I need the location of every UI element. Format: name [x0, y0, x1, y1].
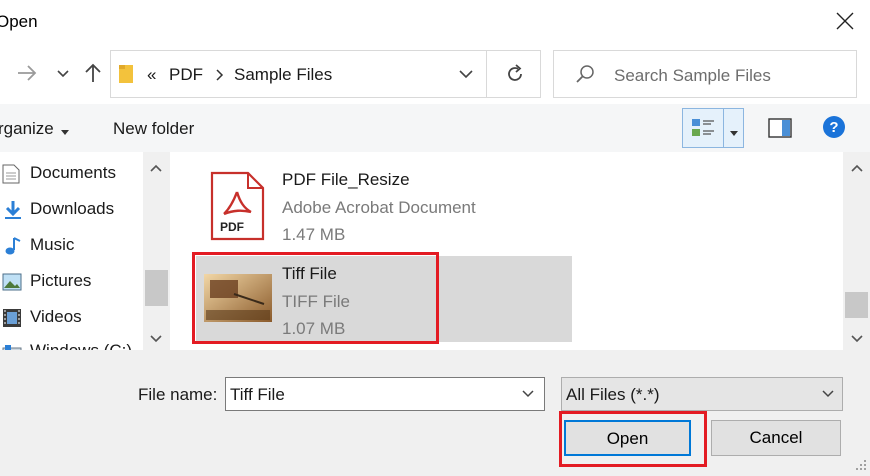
help-icon[interactable]: ? — [822, 115, 846, 144]
file-name-value: Tiff File — [230, 385, 285, 404]
organize-caret-icon[interactable] — [60, 124, 70, 142]
documents-icon — [2, 164, 20, 189]
music-icon — [4, 236, 22, 261]
preview-pane-icon[interactable] — [768, 117, 792, 144]
navigation-pane: Documents Downloads Music Pictures Video… — [0, 152, 170, 350]
search-placeholder: Search Sample Files — [614, 66, 771, 85]
search-icon — [574, 64, 596, 91]
sidebar-item-label: Documents — [30, 163, 116, 182]
file-name: PDF File_Resize — [282, 170, 410, 189]
pdf-badge: PDF — [220, 220, 244, 234]
filter-dropdown-icon[interactable] — [820, 386, 836, 407]
address-divider — [486, 51, 487, 97]
file-name-label: File name: — [138, 385, 218, 404]
file-name-input[interactable]: Tiff File — [225, 377, 545, 411]
forward-arrow-icon[interactable] — [16, 62, 38, 84]
sidebar-item-videos[interactable]: Videos — [0, 300, 140, 332]
file-item-pdf[interactable]: PDF PDF File_Resize Adobe Acrobat Docume… — [196, 164, 572, 248]
svg-text:?: ? — [829, 119, 838, 136]
search-box[interactable]: Search Sample Files — [553, 50, 857, 98]
scroll-up-arrow-icon[interactable] — [149, 160, 163, 178]
scroll-down-arrow-icon[interactable] — [149, 331, 163, 349]
command-toolbar: rganize New folder ? — [0, 104, 870, 152]
organize-menu[interactable]: rganize — [0, 119, 54, 139]
address-overflow[interactable]: « — [147, 65, 156, 85]
recent-locations-chevron-icon[interactable] — [52, 62, 74, 84]
file-name-dropdown-icon[interactable] — [520, 386, 536, 407]
dialog-title: Open — [0, 12, 38, 31]
sidebar-item-pictures[interactable]: Pictures — [0, 264, 140, 296]
details-view-icon — [691, 117, 715, 144]
pdf-icon: PDF — [208, 170, 266, 247]
file-list-scrollbar[interactable] — [843, 152, 870, 350]
close-icon[interactable] — [834, 10, 856, 32]
highlight-box-open — [559, 411, 707, 467]
cancel-button[interactable]: Cancel — [711, 420, 841, 456]
view-options-caret-icon[interactable] — [729, 125, 739, 143]
folder-icon — [119, 63, 133, 90]
address-bar[interactable]: « PDF Sample Files — [110, 50, 541, 98]
file-type: Adobe Acrobat Document — [282, 198, 476, 217]
sidebar-item-documents[interactable]: Documents — [0, 156, 140, 188]
dialog-footer: File name: Tiff File All Files (*.*) Ope… — [0, 350, 870, 476]
file-size: 1.47 MB — [282, 225, 346, 244]
highlight-box-tiff — [192, 252, 439, 344]
sidebar-item-label: Pictures — [30, 271, 92, 290]
breadcrumb-pdf[interactable]: PDF — [169, 65, 203, 85]
refresh-icon[interactable] — [504, 63, 526, 90]
sidebar-item-music[interactable]: Music — [0, 228, 140, 260]
downloads-icon — [4, 200, 22, 225]
file-type-filter-select[interactable]: All Files (*.*) — [561, 377, 843, 411]
pictures-icon — [2, 273, 22, 296]
sidebar-item-label: Downloads — [30, 199, 115, 218]
breadcrumb-sample-files[interactable]: Sample Files — [234, 65, 332, 85]
videos-icon — [2, 308, 22, 333]
sidebar-item-label: Windows (C:) — [30, 341, 132, 350]
sidebar-item-label: Videos — [30, 307, 82, 326]
change-view-button[interactable] — [682, 108, 744, 148]
scroll-up-arrow-icon[interactable] — [850, 160, 864, 178]
sidebar-item-label: Music — [30, 235, 75, 254]
sidebar-scrollbar[interactable] — [143, 152, 170, 350]
file-list-scroll-thumb[interactable] — [845, 292, 868, 318]
address-dropdown-icon[interactable] — [457, 64, 475, 89]
scroll-down-arrow-icon[interactable] — [850, 331, 864, 349]
up-arrow-icon[interactable] — [82, 62, 104, 84]
sidebar-item-downloads[interactable]: Downloads — [0, 192, 140, 224]
breadcrumb-separator-icon — [215, 67, 225, 88]
file-type-filter-value: All Files (*.*) — [566, 385, 660, 404]
sidebar-item-windows-c[interactable]: Windows (C:) — [0, 336, 140, 350]
new-folder-button[interactable]: New folder — [113, 119, 194, 139]
sidebar-scroll-thumb[interactable] — [145, 270, 168, 306]
resize-grip-icon[interactable] — [852, 458, 868, 476]
